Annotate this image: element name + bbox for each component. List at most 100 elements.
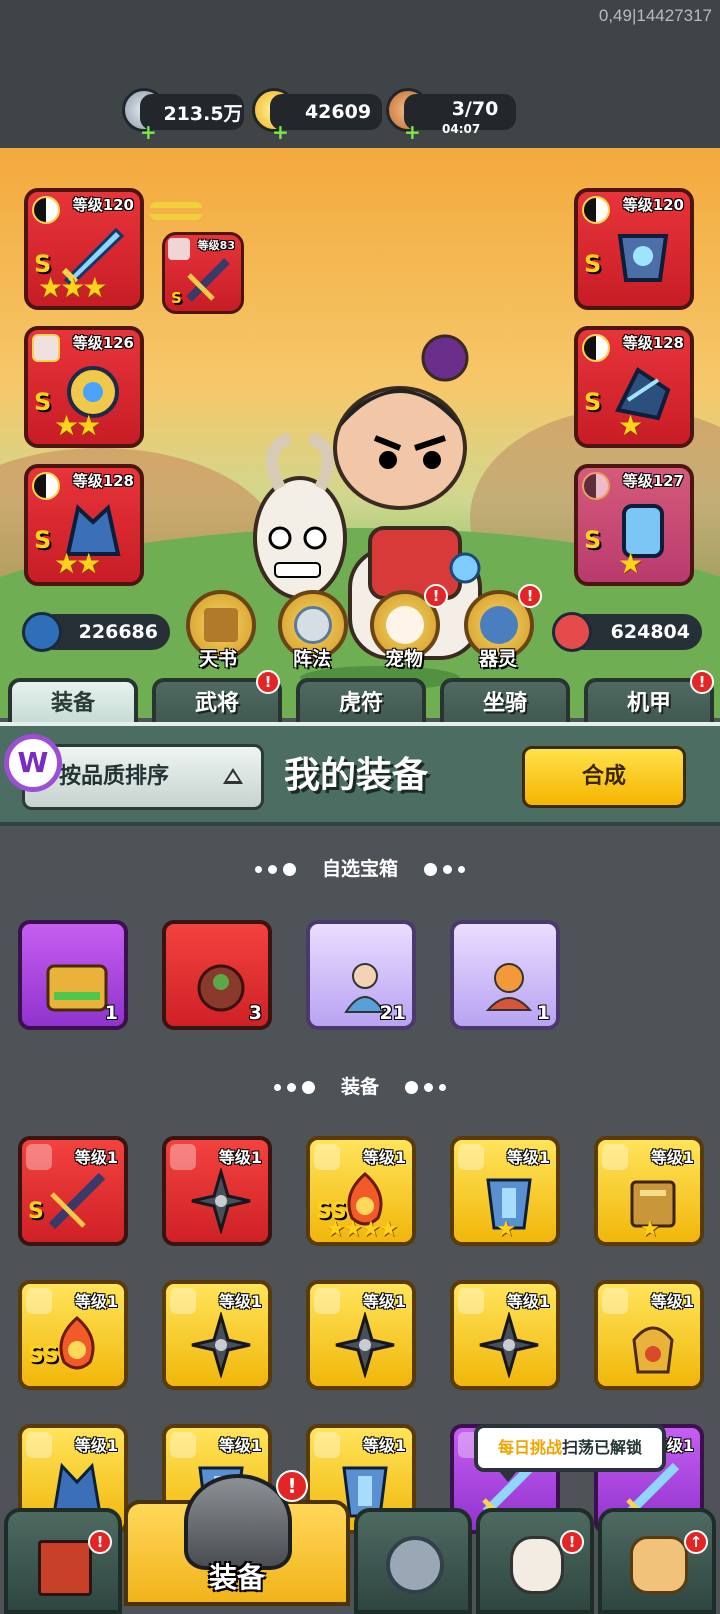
chest-item[interactable]: 3 [162,920,272,1030]
sort-label: 按品质排序 [59,764,170,789]
equip-slot-helmet[interactable]: 等级128 S ★★ [24,464,144,586]
chest-item[interactable]: 21 [306,920,416,1030]
upgrade-fist-icon [630,1536,688,1594]
equip-slot-armor[interactable]: 等级126 S ★★ [24,326,144,448]
nav-upgrade[interactable]: ↑ [598,1508,716,1614]
nav-pet[interactable]: ! [476,1508,594,1614]
equipment-item[interactable]: 等级1 [162,1136,272,1246]
spirit-label: 器灵 [478,648,517,670]
equipment-level: 等级1 [506,1292,550,1311]
equipment-level: 等级1 [650,1148,694,1167]
equipment-type-icon [458,1144,484,1170]
equipment-level: 等级1 [362,1148,406,1167]
equipment-type-icon [314,1288,340,1314]
equipment-type-icon [170,1432,196,1458]
gate-icon [38,1540,92,1596]
equipment-item[interactable]: 等级1 ★ [450,1136,560,1246]
nav-pet-badge: ! [560,1530,584,1554]
equipment-level: 等级1 [218,1292,262,1311]
bag-icon [197,964,245,1012]
equipment-type-icon [170,1144,196,1170]
equipment-item[interactable]: 等级1 [450,1280,560,1390]
equipment-type-icon [26,1288,52,1314]
equipment-item[interactable]: 等级1 [306,1280,416,1390]
sword-icon [22,612,62,652]
equipment-section-header: 装备 [0,1072,720,1099]
linked-weapon-slot[interactable]: 等级83 S [162,232,244,314]
equipment-level: 等级1 [362,1436,406,1455]
equipment-level: 等级1 [74,1436,118,1455]
nav-equipment-badge: ! [276,1470,308,1502]
equipment-item[interactable]: 等级1 ★ [594,1136,704,1246]
yin-yang-icon [582,472,610,500]
stamina-timer: 04:07 [442,122,481,136]
nav-equipment[interactable]: ! 装备 [124,1470,350,1606]
yin-yang-icon [32,472,60,500]
equipment-rank: SS [28,1343,59,1368]
chests-section-header: 自选宝箱 [0,854,720,881]
equipment-level: 等级1 [650,1292,694,1311]
hero-fragment-icon [485,963,533,1011]
yin-yang-icon [582,334,610,362]
equipment-item[interactable]: 等级1 S [18,1136,128,1246]
heart-icon [552,612,592,652]
chest-item[interactable]: 1 [450,920,560,1030]
equipment-level: 等级1 [362,1292,406,1311]
formation-icon [386,1536,444,1594]
daily-challenge-tooltip: 每日挑战扫荡已解锁 [474,1424,666,1482]
shuriken-icon [335,1312,395,1378]
yin-yang-icon [32,196,60,224]
equipment-level: 等级1 [74,1148,118,1167]
nav-gate[interactable]: ! [4,1508,122,1614]
merge-button[interactable]: 合成 [522,746,686,808]
triangle-up-icon [223,768,243,784]
nav-formation[interactable] [354,1508,472,1614]
nav-gate-badge: ! [88,1530,112,1554]
panel-title: 我的装备 [284,755,429,796]
equipment-type-icon [602,1288,628,1314]
equipment-item[interactable]: 等级1 SS ★★★★ [306,1136,416,1246]
equip-slot-weapon[interactable]: 等级120 S ★★★ [24,188,144,310]
equip-slot-chest[interactable]: 等级120 S [574,188,694,310]
equipment-item[interactable]: 等级1 [594,1280,704,1390]
tab-tally[interactable]: 虎符 [296,678,426,728]
equipment-level: 等级1 [506,1148,550,1167]
mecha-alert-badge: ! [690,670,714,694]
equip-slot-boots[interactable]: 等级128 S ★ [574,326,694,448]
chain-link-icon [150,202,202,220]
add-silver-button[interactable]: + [140,122,157,142]
equipment-level: 等级1 [74,1292,118,1311]
equipment-type-icon [458,1288,484,1314]
chest-icon [46,964,108,1012]
build-info: 0,49|14427317 [598,6,712,25]
equipment-item[interactable]: 等级1 SS [18,1280,128,1390]
shuriken-icon [191,1312,251,1378]
pouch-icon [632,1326,674,1374]
equipment-type-icon [314,1144,340,1170]
yin-yang-icon [582,196,610,224]
cat-icon [386,606,424,644]
scroll-icon [204,608,238,642]
tab-equipment[interactable]: 装备 [8,678,138,728]
equipment-rank: S [28,1199,44,1224]
crossbow-icon [186,258,230,302]
shuriken-icon [479,1312,539,1378]
nav-upgrade-badge: ↑ [684,1530,708,1554]
add-stamina-button[interactable]: + [404,122,421,142]
top-bar: 0,49|14427317 213.5万 + 42609 + 3/70 04:0… [0,0,720,148]
formation-label: 阵法 [292,648,331,670]
equipment-stars: ★ [496,1217,516,1242]
equipment-type-icon [26,1432,52,1458]
equipment-type-icon [602,1144,628,1170]
equipment-type-icon [314,1432,340,1458]
spirit-alert-badge: ! [518,584,542,608]
chest-item[interactable]: 1 [18,920,128,1030]
tianshu-label: 天书 [198,648,237,670]
add-gold-button[interactable]: + [272,122,289,142]
goose-icon [510,1536,564,1594]
crossbow-icon [48,1172,106,1230]
tab-mounts[interactable]: 坐骑 [440,678,570,728]
equip-slot-gauntlet[interactable]: 等级127 S ★ [574,464,694,586]
equipment-item[interactable]: 等级1 [162,1280,272,1390]
armor-icon [617,234,669,282]
